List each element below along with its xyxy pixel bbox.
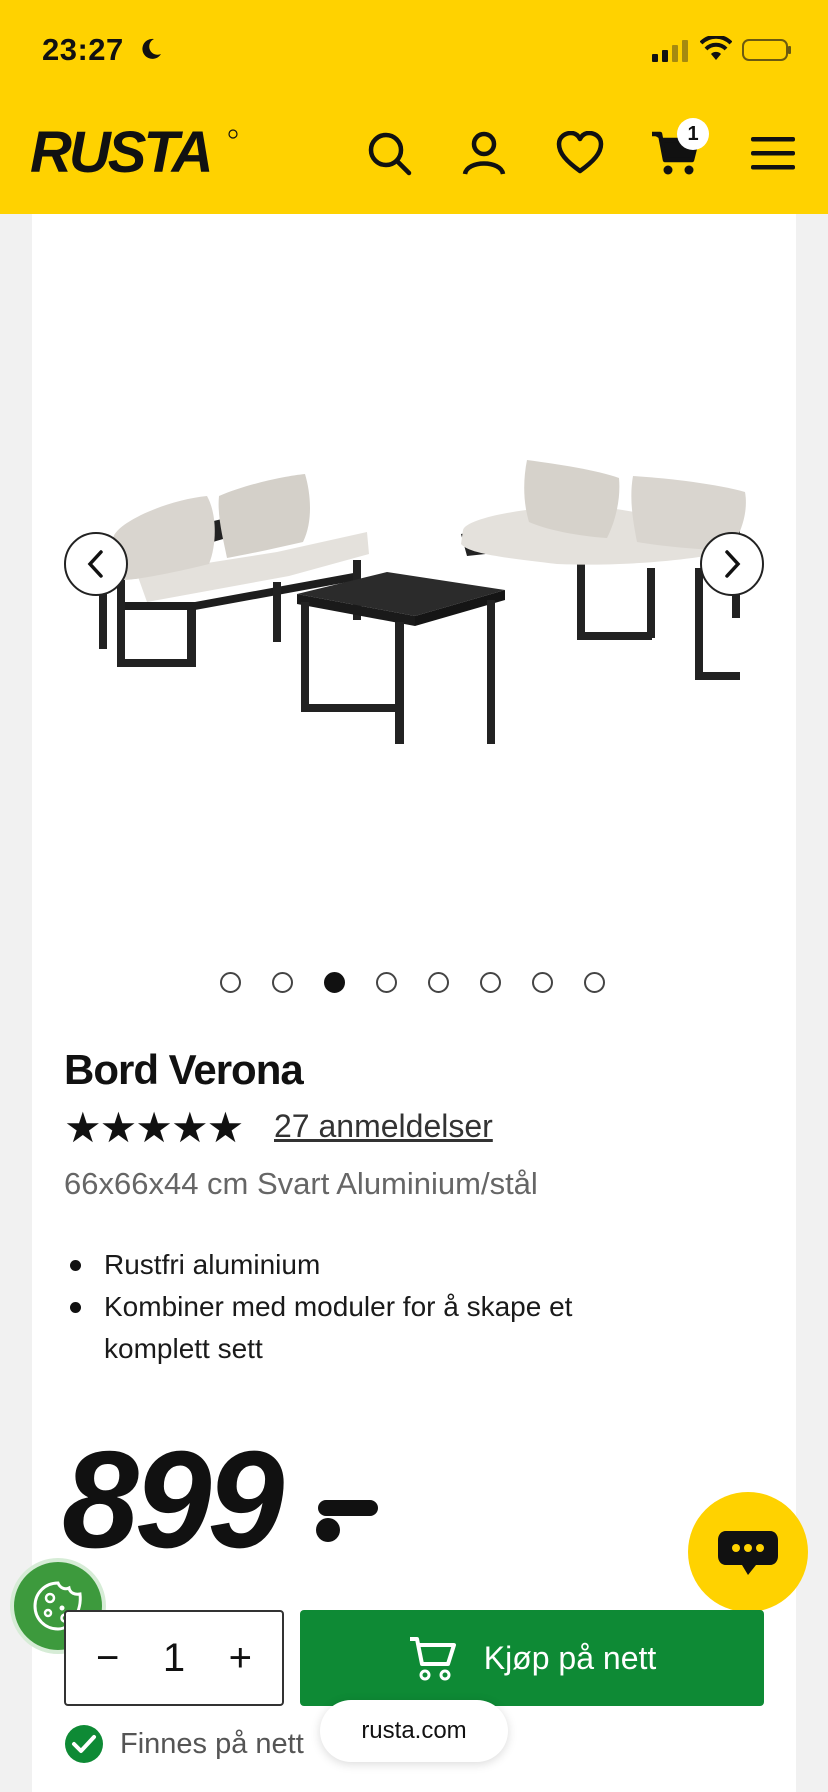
feature-item: Rustfri aluminium xyxy=(64,1244,684,1286)
gallery-prev-button[interactable] xyxy=(64,532,128,596)
quantity-value[interactable]: 1 xyxy=(163,1636,185,1681)
check-circle-icon xyxy=(65,1725,103,1763)
decrease-quantity-button[interactable]: − xyxy=(96,1638,119,1678)
gallery-dot[interactable] xyxy=(220,972,241,993)
product-title: Bord Verona xyxy=(64,1046,304,1093)
product-gallery[interactable] xyxy=(32,214,796,934)
quantity-stepper: − 1 + xyxy=(64,1610,284,1706)
moon-icon xyxy=(142,38,161,59)
chat-button[interactable] xyxy=(688,1492,808,1612)
logo-text: RUSTA xyxy=(30,120,210,184)
gallery-next-button[interactable] xyxy=(700,532,764,596)
gallery-dot[interactable] xyxy=(376,972,397,993)
feature-item: Kombiner med moduler for å skape et komp… xyxy=(64,1286,684,1370)
buy-button-label: Kjøp på nett xyxy=(483,1639,657,1676)
gallery-dot[interactable] xyxy=(480,972,501,993)
cart-count-badge: 1 xyxy=(677,118,709,150)
heart-icon[interactable] xyxy=(555,128,605,178)
search-icon[interactable] xyxy=(364,128,414,178)
product-subtitle: 66x66x44 cm Svart Aluminium/stål xyxy=(64,1166,538,1201)
app-header: 23:27 RUSTA 1 xyxy=(0,0,828,214)
stock-status: Finnes på nett xyxy=(64,1724,304,1764)
signal-icon xyxy=(652,40,688,62)
cart-icon xyxy=(409,1637,456,1681)
battery-icon xyxy=(742,39,791,61)
browser-url-pill[interactable]: rusta.com xyxy=(320,1700,508,1762)
stock-status-text: Finnes på nett xyxy=(120,1727,304,1760)
reviews-link[interactable]: 27 anmeldelser xyxy=(274,1108,493,1145)
product-image xyxy=(99,460,746,744)
gallery-dot[interactable] xyxy=(532,972,553,993)
product-features: Rustfri aluminium Kombiner med moduler f… xyxy=(64,1244,684,1370)
chat-bubble-icon xyxy=(718,1531,778,1575)
status-time: 23:27 xyxy=(42,32,124,67)
gallery-dot[interactable] xyxy=(428,972,449,993)
buy-online-button[interactable]: Kjøp på nett xyxy=(300,1610,764,1706)
rating-stars: ★★★★★ xyxy=(64,1104,244,1151)
price-dash-suffix xyxy=(316,1500,378,1542)
gallery-dot[interactable] xyxy=(324,972,345,993)
increase-quantity-button[interactable]: + xyxy=(229,1638,252,1678)
menu-icon[interactable] xyxy=(748,128,798,178)
account-icon[interactable] xyxy=(459,128,509,178)
chevron-left-icon xyxy=(87,550,103,578)
product-price: 899 xyxy=(62,1423,284,1577)
gallery-dot[interactable] xyxy=(584,972,605,993)
rusta-logo[interactable]: RUSTA xyxy=(30,120,240,184)
gallery-dot[interactable] xyxy=(272,972,293,993)
gallery-pagination xyxy=(220,972,605,993)
wifi-icon xyxy=(700,36,732,60)
chevron-right-icon xyxy=(725,550,741,578)
